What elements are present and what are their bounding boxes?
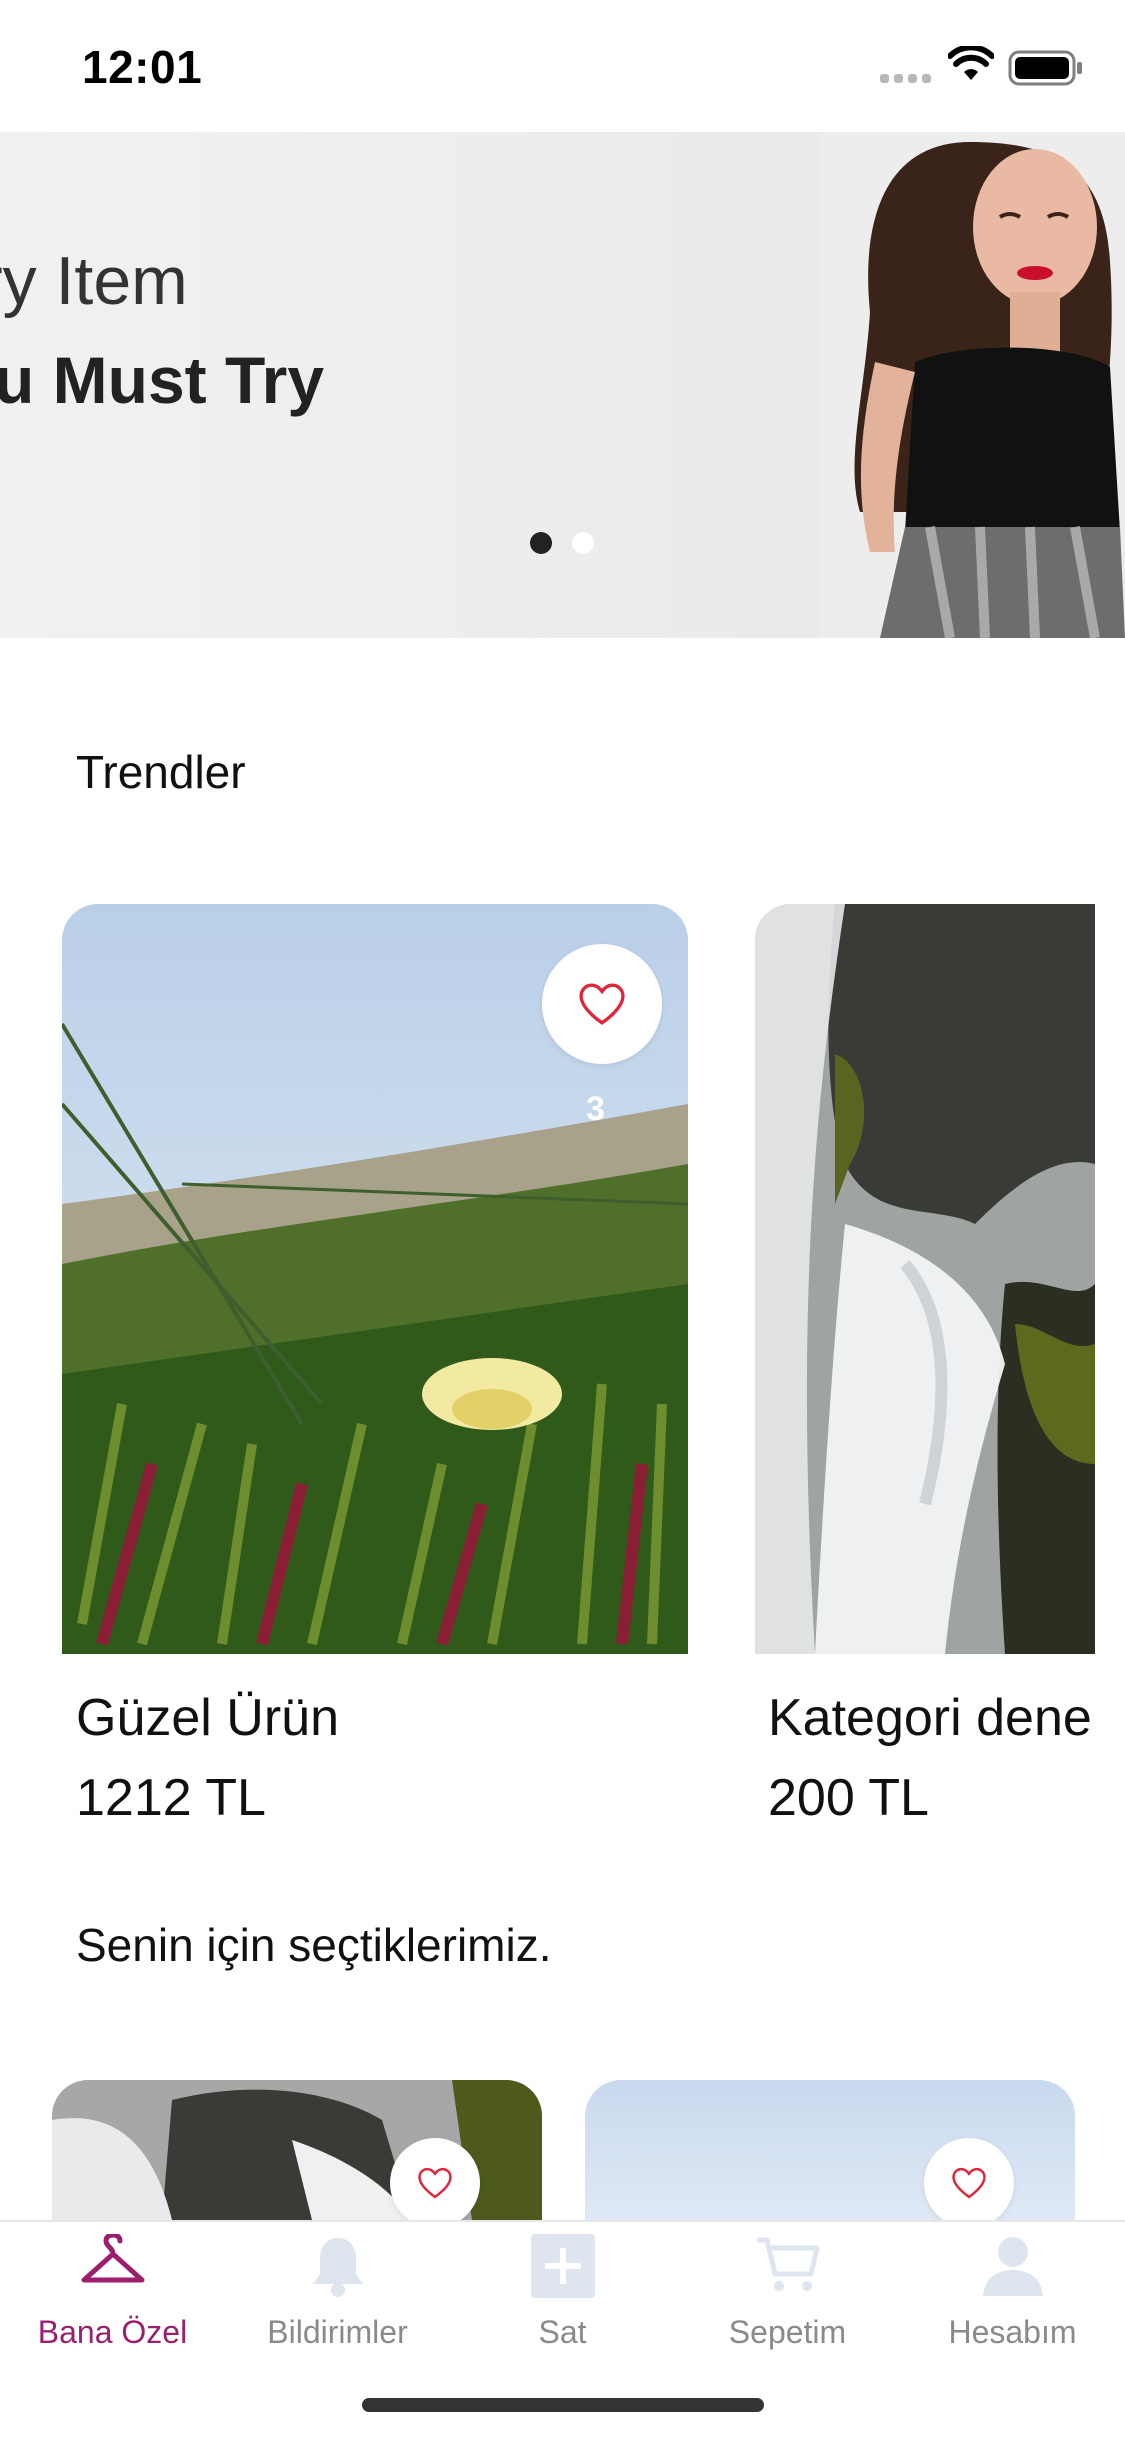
favorite-button[interactable] <box>390 2138 480 2228</box>
product-price: 200 TL <box>768 1769 929 1827</box>
plus-square-icon <box>530 2234 595 2298</box>
tab-bildirimler[interactable]: Bildirimler <box>225 2222 450 2382</box>
tab-label: Sat <box>538 2314 587 2350</box>
section-title-trends: Trendler <box>76 746 246 798</box>
status-bar: 12:01 <box>0 0 1125 132</box>
cellular-signal-icon <box>880 74 931 83</box>
product-name[interactable]: Güzel Ürün <box>76 1688 339 1748</box>
carousel-dot-active[interactable] <box>530 532 552 554</box>
tab-hesabim[interactable]: Hesabım <box>900 2222 1125 2382</box>
tab-label: Bana Özel <box>37 2314 188 2350</box>
tab-label: Hesabım <box>948 2314 1077 2350</box>
section-title-picks: Senin için seçtiklerimiz. <box>76 1919 552 1971</box>
tab-bana-ozel[interactable]: Bana Özel <box>0 2222 225 2382</box>
tab-sat[interactable]: Sat <box>450 2222 675 2382</box>
promo-banner[interactable]: ry Item u Must Try <box>0 132 1125 638</box>
tab-label: Bildirimler <box>267 2314 408 2350</box>
bell-icon <box>312 2238 363 2297</box>
product-name[interactable]: Kategori dene <box>768 1688 1095 1748</box>
favorite-button[interactable] <box>542 944 662 1064</box>
banner-model-image <box>820 132 1125 638</box>
cart-icon <box>756 2237 819 2291</box>
hanger-icon <box>81 2234 144 2283</box>
heart-icon <box>579 983 625 1025</box>
status-time: 12:01 <box>82 41 203 93</box>
product-price: 1212 TL <box>76 1769 266 1827</box>
product-photo-waterfall <box>755 904 1095 1654</box>
home-indicator <box>362 2398 764 2412</box>
wifi-icon <box>948 46 994 80</box>
banner-title: u Must Try <box>0 343 325 417</box>
like-count: 3 <box>586 1090 605 1128</box>
carousel-dot[interactable] <box>572 532 594 554</box>
tab-label: Sepetim <box>728 2314 847 2350</box>
banner-subtitle: ry Item <box>0 243 188 319</box>
heart-icon <box>952 2167 986 2199</box>
battery-icon <box>1008 50 1082 86</box>
product-card-image[interactable] <box>755 904 1095 1654</box>
heart-icon <box>418 2167 452 2199</box>
favorite-button[interactable] <box>924 2138 1014 2228</box>
user-icon <box>982 2237 1043 2296</box>
tab-sepetim[interactable]: Sepetim <box>675 2222 900 2382</box>
